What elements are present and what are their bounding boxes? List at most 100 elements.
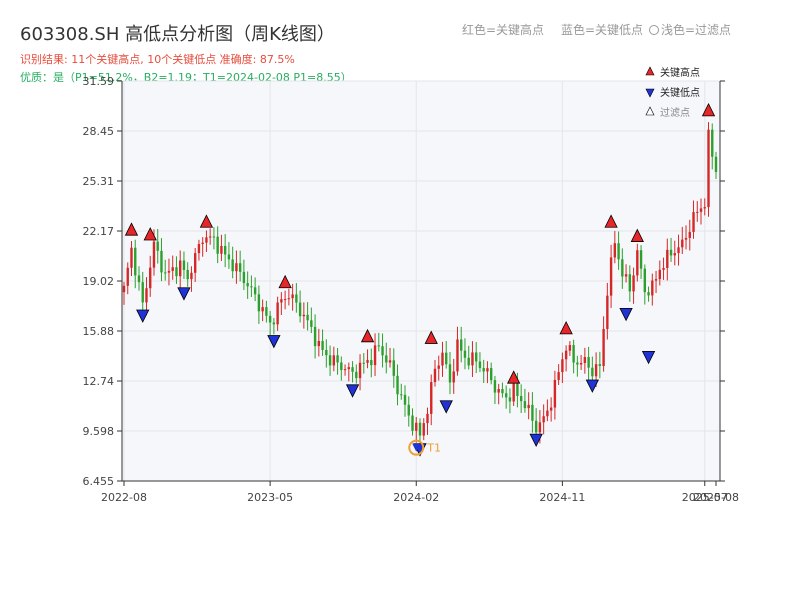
candle-body	[268, 315, 272, 323]
candle-body	[430, 382, 433, 414]
candle-body	[692, 212, 695, 232]
candle-body	[628, 274, 632, 292]
candle-body	[216, 236, 219, 254]
candle-body	[538, 422, 542, 433]
candle-body	[385, 355, 388, 363]
candle-body	[366, 360, 369, 363]
candle-body	[223, 245, 227, 255]
candle-body	[381, 346, 384, 356]
candle-body	[403, 394, 407, 405]
candle-body	[201, 242, 204, 245]
candle-body	[212, 236, 216, 238]
candle-body	[508, 397, 512, 402]
candle-body	[489, 368, 493, 381]
candle-body	[493, 380, 497, 393]
candle-body	[220, 245, 223, 254]
candle-body	[343, 369, 347, 371]
candle-body	[579, 362, 583, 365]
candle-body	[134, 247, 137, 276]
candle-body	[276, 302, 279, 325]
candle-body	[497, 389, 500, 393]
x-tick-label: 2025-08	[693, 491, 739, 504]
candle-body	[396, 375, 399, 395]
candle-body	[122, 285, 126, 293]
candle-body	[475, 352, 478, 362]
y-tick-label: 22.17	[83, 225, 115, 238]
candle-body	[336, 355, 339, 363]
candle-body	[561, 359, 564, 373]
candle-body	[486, 368, 489, 372]
legend-label: 关键高点	[660, 66, 700, 79]
candle-body	[388, 360, 392, 363]
candle-body	[287, 298, 291, 300]
candle-body	[666, 249, 669, 268]
candle-body	[313, 326, 317, 347]
candle-body	[714, 156, 718, 172]
candle-body	[411, 415, 414, 431]
candle-body	[257, 294, 261, 312]
candle-body	[328, 355, 332, 366]
candle-body	[197, 244, 201, 254]
candle-body	[504, 393, 508, 398]
candle-body	[186, 269, 189, 280]
candle-body	[677, 247, 680, 254]
candle-body	[707, 129, 710, 208]
candle-body	[392, 360, 395, 376]
candle-body	[182, 260, 186, 270]
candle-body	[609, 257, 613, 296]
y-tick-label: 28.45	[83, 125, 115, 138]
candlestick-chart: T1 31.59 28.45 25.31 22.17 19.02 15.88 12.74 9.…	[83, 66, 739, 504]
candle-body	[231, 259, 234, 272]
candle-body	[321, 340, 324, 350]
candle-body	[643, 268, 647, 293]
candle-body	[152, 241, 156, 268]
candle-body	[527, 404, 530, 409]
candle-body	[418, 422, 422, 436]
candle-body	[167, 270, 171, 273]
y-tick-label: 31.59	[83, 75, 115, 88]
candle-body	[362, 362, 365, 364]
x-tick-label: 2024-11	[539, 491, 585, 504]
candle-body	[654, 279, 658, 281]
candle-body	[253, 287, 257, 295]
candle-body	[265, 307, 268, 316]
candle-body	[696, 211, 699, 213]
candle-body	[291, 294, 294, 299]
candle-body	[452, 371, 455, 383]
candle-body	[250, 286, 253, 288]
candle-body	[246, 283, 249, 287]
candle-body	[681, 239, 684, 248]
candle-body	[636, 250, 639, 276]
candle-body	[358, 362, 362, 379]
candle-body	[482, 368, 485, 372]
candle-body	[347, 367, 351, 370]
candle-body	[591, 367, 594, 377]
candle-body	[512, 383, 515, 402]
candle-body	[662, 267, 665, 270]
candle-body	[370, 360, 373, 366]
candle-body	[647, 292, 650, 296]
legend-label: 过滤点	[660, 106, 690, 119]
legend-high-icon	[645, 66, 655, 76]
candle-body	[699, 208, 703, 212]
candle-body	[437, 365, 440, 369]
candle-body	[519, 396, 523, 402]
candle-body	[471, 352, 474, 366]
candle-body	[684, 237, 688, 240]
candle-body	[175, 267, 178, 277]
candle-body	[456, 339, 459, 372]
candle-body	[568, 345, 572, 351]
candle-body	[377, 345, 380, 347]
candle-body	[280, 299, 283, 303]
candle-body	[298, 302, 302, 317]
candle-body	[534, 420, 538, 433]
candle-body	[576, 362, 579, 365]
candle-body	[583, 357, 587, 363]
candle-body	[711, 129, 714, 157]
candle-body	[283, 299, 287, 301]
candle-body	[557, 372, 560, 380]
candle-body	[602, 328, 605, 367]
candle-body	[673, 253, 676, 256]
candle-body	[549, 407, 553, 411]
candle-body	[426, 413, 429, 424]
